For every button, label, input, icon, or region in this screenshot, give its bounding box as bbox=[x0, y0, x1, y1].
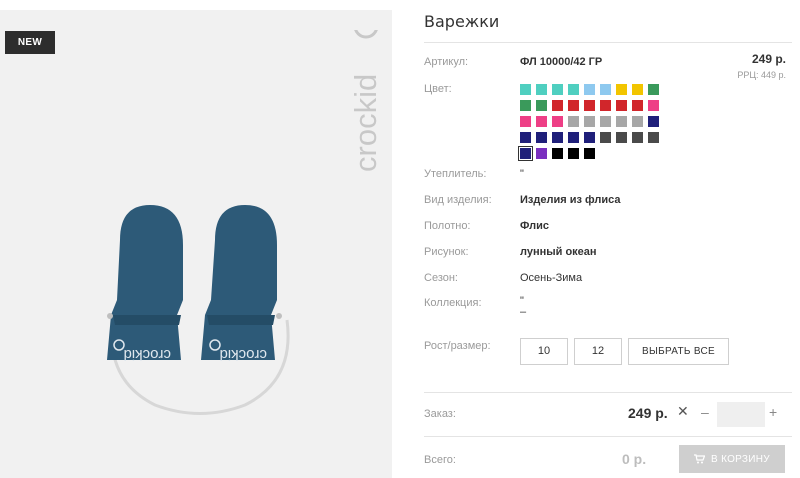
article-label: Артикул: bbox=[424, 56, 469, 68]
color-swatch[interactable] bbox=[520, 100, 531, 111]
color-swatch[interactable] bbox=[552, 84, 563, 95]
order-total: 249 р. bbox=[628, 405, 668, 421]
title-divider bbox=[424, 42, 792, 43]
color-swatch[interactable] bbox=[600, 132, 611, 143]
color-swatch[interactable] bbox=[568, 100, 579, 111]
color-swatch[interactable] bbox=[616, 100, 627, 111]
insulation-label: Утеплитель: bbox=[424, 168, 487, 180]
mittens-photo: crockid crockid bbox=[107, 205, 290, 415]
color-swatch[interactable] bbox=[536, 132, 547, 143]
product-image[interactable]: NEW crockid crockid crockid bbox=[0, 10, 392, 478]
insulation-value: " bbox=[520, 168, 524, 180]
order-label: Заказ: bbox=[424, 408, 456, 420]
color-swatch[interactable] bbox=[584, 100, 595, 111]
product-rrp: РРЦ: 449 р. bbox=[737, 70, 786, 80]
color-swatch[interactable] bbox=[552, 100, 563, 111]
fabric-value: Флис bbox=[520, 220, 549, 232]
size-label: Рост/размер: bbox=[424, 340, 491, 352]
cart-icon bbox=[694, 454, 706, 464]
quantity-input[interactable] bbox=[717, 402, 765, 427]
product-price: 249 р. bbox=[751, 52, 786, 66]
summary-divider bbox=[424, 436, 792, 437]
color-swatch[interactable] bbox=[600, 84, 611, 95]
new-badge: NEW bbox=[5, 31, 55, 54]
fabric-label: Полотно: bbox=[424, 220, 471, 232]
decrease-quantity-button[interactable]: – bbox=[701, 404, 709, 420]
color-swatch[interactable] bbox=[552, 148, 563, 159]
product-title: Варежки bbox=[424, 12, 500, 31]
color-swatch[interactable] bbox=[552, 116, 563, 127]
color-swatch[interactable] bbox=[584, 116, 595, 127]
color-swatch[interactable] bbox=[568, 132, 579, 143]
color-swatch[interactable] bbox=[616, 84, 627, 95]
color-swatch[interactable] bbox=[568, 116, 579, 127]
color-swatch[interactable] bbox=[568, 84, 579, 95]
pattern-label: Рисунок: bbox=[424, 246, 469, 258]
color-swatch[interactable] bbox=[648, 132, 659, 143]
color-swatch[interactable] bbox=[536, 84, 547, 95]
brand-logo: crockid bbox=[348, 30, 383, 172]
color-swatch[interactable] bbox=[518, 146, 533, 161]
color-swatch[interactable] bbox=[520, 132, 531, 143]
size-option-12[interactable]: 12 bbox=[574, 338, 622, 365]
color-swatch[interactable] bbox=[600, 100, 611, 111]
color-swatch[interactable] bbox=[536, 148, 547, 159]
size-option-10[interactable]: 10 bbox=[520, 338, 568, 365]
color-swatch[interactable] bbox=[536, 116, 547, 127]
color-swatch[interactable] bbox=[552, 132, 563, 143]
color-swatch[interactable] bbox=[584, 148, 595, 159]
color-swatch[interactable] bbox=[568, 148, 579, 159]
color-swatch[interactable] bbox=[600, 116, 611, 127]
color-swatch[interactable] bbox=[584, 84, 595, 95]
grand-total: 0 р. bbox=[622, 451, 647, 467]
color-swatch[interactable] bbox=[520, 84, 531, 95]
color-swatches bbox=[518, 84, 670, 161]
collection-value-dash: – bbox=[520, 306, 527, 318]
color-label: Цвет: bbox=[424, 83, 452, 95]
mitten-right-logo: crockid bbox=[219, 346, 267, 363]
type-label: Вид изделия: bbox=[424, 194, 492, 206]
increase-quantity-button[interactable]: + bbox=[769, 404, 777, 420]
clear-order-icon[interactable]: ✕ bbox=[677, 403, 689, 420]
color-swatch[interactable] bbox=[632, 116, 643, 127]
article-value: ФЛ 10000/42 ГР bbox=[520, 56, 603, 68]
add-to-cart-button[interactable]: В КОРЗИНУ bbox=[679, 445, 785, 473]
color-swatch[interactable] bbox=[648, 84, 659, 95]
mitten-left-logo: crockid bbox=[123, 346, 171, 363]
color-swatch[interactable] bbox=[616, 116, 627, 127]
season-value: Осень-Зима bbox=[520, 272, 583, 284]
color-swatch[interactable] bbox=[632, 100, 643, 111]
color-swatch[interactable] bbox=[648, 116, 659, 127]
collection-label: Коллекция: bbox=[424, 297, 482, 309]
color-swatch[interactable] bbox=[584, 132, 595, 143]
type-value: Изделия из флиса bbox=[520, 194, 621, 206]
select-all-sizes-button[interactable]: ВЫБРАТЬ ВСЕ bbox=[628, 338, 729, 365]
color-swatch[interactable] bbox=[648, 100, 659, 111]
summary-label: Всего: bbox=[424, 454, 456, 466]
add-to-cart-label: В КОРЗИНУ bbox=[711, 453, 770, 465]
order-divider bbox=[424, 392, 792, 393]
color-swatch[interactable] bbox=[536, 100, 547, 111]
color-swatch[interactable] bbox=[632, 84, 643, 95]
pattern-value: лунный океан bbox=[520, 246, 597, 258]
color-swatch[interactable] bbox=[520, 116, 531, 127]
brand-logo-text: crockid bbox=[348, 74, 383, 172]
color-swatch[interactable] bbox=[632, 132, 643, 143]
season-label: Сезон: bbox=[424, 272, 458, 284]
color-swatch[interactable] bbox=[616, 132, 627, 143]
